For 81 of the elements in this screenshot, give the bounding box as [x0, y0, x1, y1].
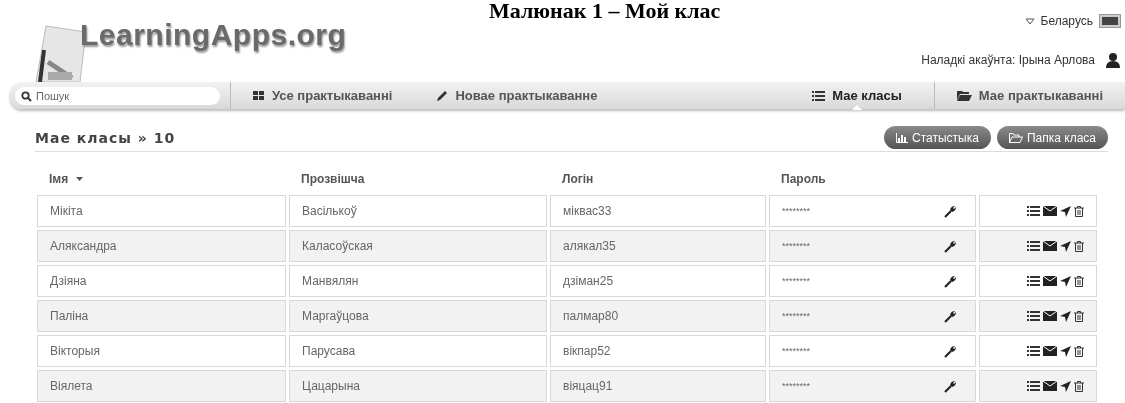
action-button[interactable]: Статыстыка — [884, 126, 991, 149]
table-cell: Парусава — [289, 335, 547, 367]
envelope-icon[interactable] — [1043, 206, 1057, 216]
language-selector[interactable]: Беларусь — [1040, 14, 1093, 28]
list-icon[interactable] — [1027, 381, 1040, 391]
envelope-icon[interactable] — [1043, 346, 1057, 356]
account-settings-link[interactable]: Наладкі акаўнта: Ірына Арлова — [921, 53, 1095, 67]
wrench-icon[interactable] — [944, 309, 957, 323]
action-button[interactable]: Папка класа — [996, 126, 1108, 149]
nav-tab[interactable]: Новае практыкаванне — [414, 82, 620, 109]
envelope-icon[interactable] — [1043, 311, 1057, 321]
paper-plane-icon[interactable] — [1060, 310, 1071, 322]
password-text: ******** — [782, 241, 811, 251]
user-icon — [1105, 52, 1121, 68]
trash-icon[interactable] — [1074, 205, 1084, 217]
table-cell: Васількоў — [289, 195, 547, 227]
sort-caret-icon — [76, 177, 84, 181]
column-header[interactable]: Імя — [37, 164, 286, 192]
list-icon[interactable] — [1027, 276, 1040, 286]
list-icon[interactable] — [1027, 346, 1040, 356]
envelope-icon[interactable] — [1043, 276, 1057, 286]
logo-text[interactable]: LearningApps.org — [80, 18, 347, 52]
table-cell: Дзіяна — [37, 265, 286, 297]
pencil-icon — [436, 89, 449, 102]
password-text: ******** — [782, 206, 811, 216]
list-icon[interactable] — [1027, 311, 1040, 321]
list-icon — [812, 90, 826, 101]
envelope-icon[interactable] — [1043, 381, 1057, 391]
column-header[interactable]: Логін — [550, 164, 766, 192]
wrench-icon[interactable] — [944, 239, 957, 253]
flag-icon — [1099, 14, 1121, 28]
paper-plane-icon[interactable] — [1060, 275, 1071, 287]
table-cell: Цацарына — [289, 370, 547, 402]
wrench-icon[interactable] — [944, 379, 957, 393]
nav-tab[interactable]: Мае класы — [790, 82, 924, 109]
trash-icon[interactable] — [1074, 345, 1084, 357]
nav-tab[interactable]: Усе практыкаванні — [230, 82, 415, 109]
nav-tab[interactable]: Мае практыкаванні — [933, 82, 1125, 109]
bar-chart-icon — [896, 132, 909, 143]
wrench-icon[interactable] — [944, 344, 957, 358]
column-header[interactable]: Пароль — [769, 164, 976, 192]
password-text: ******** — [782, 311, 811, 321]
class-heading: Мае класы » 10 — [35, 129, 176, 146]
grid-icon — [253, 90, 265, 101]
password-text: ******** — [782, 346, 811, 356]
table-cell: Паліна — [37, 300, 286, 332]
table-cell: Мікіта — [37, 195, 286, 227]
column-header[interactable]: Прозвішча — [289, 164, 547, 192]
table-cell: Манвялян — [289, 265, 547, 297]
folder-icon — [1008, 132, 1023, 143]
envelope-icon[interactable] — [1043, 241, 1057, 251]
paper-plane-icon[interactable] — [1060, 240, 1071, 252]
table-cell: Маргаўцова — [289, 300, 547, 332]
table-cell: палмар80 — [550, 300, 766, 332]
table-cell: дзіман25 — [550, 265, 766, 297]
table-cell: віяцац91 — [550, 370, 766, 402]
paper-plane-icon[interactable] — [1060, 380, 1071, 392]
wrench-icon[interactable] — [944, 274, 957, 288]
trash-icon[interactable] — [1074, 240, 1084, 252]
table-cell: Віялета — [37, 370, 286, 402]
table-cell: алякал35 — [550, 230, 766, 262]
table-cell: міквас33 — [550, 195, 766, 227]
trash-icon[interactable] — [1074, 275, 1084, 287]
paper-plane-icon[interactable] — [1060, 345, 1071, 357]
search-icon — [21, 90, 32, 102]
trash-icon[interactable] — [1074, 310, 1084, 322]
table-cell: вікпар52 — [550, 335, 766, 367]
paper-plane-icon[interactable] — [1060, 205, 1071, 217]
table-cell: Вікторыя — [37, 335, 286, 367]
search-field[interactable]: Пошук — [15, 86, 220, 105]
trash-icon[interactable] — [1074, 380, 1084, 392]
password-text: ******** — [782, 276, 811, 286]
table-cell: Аляксандра — [37, 230, 286, 262]
wrench-icon[interactable] — [944, 204, 957, 218]
folder-icon — [956, 90, 972, 101]
table-cell: Каласоўская — [289, 230, 547, 262]
list-icon[interactable] — [1027, 241, 1040, 251]
figure-caption: Малюнак 1 – Мой клас — [487, 0, 722, 25]
dropdown-caret-icon — [1024, 17, 1035, 25]
password-text: ******** — [782, 381, 811, 391]
list-icon[interactable] — [1027, 206, 1040, 216]
